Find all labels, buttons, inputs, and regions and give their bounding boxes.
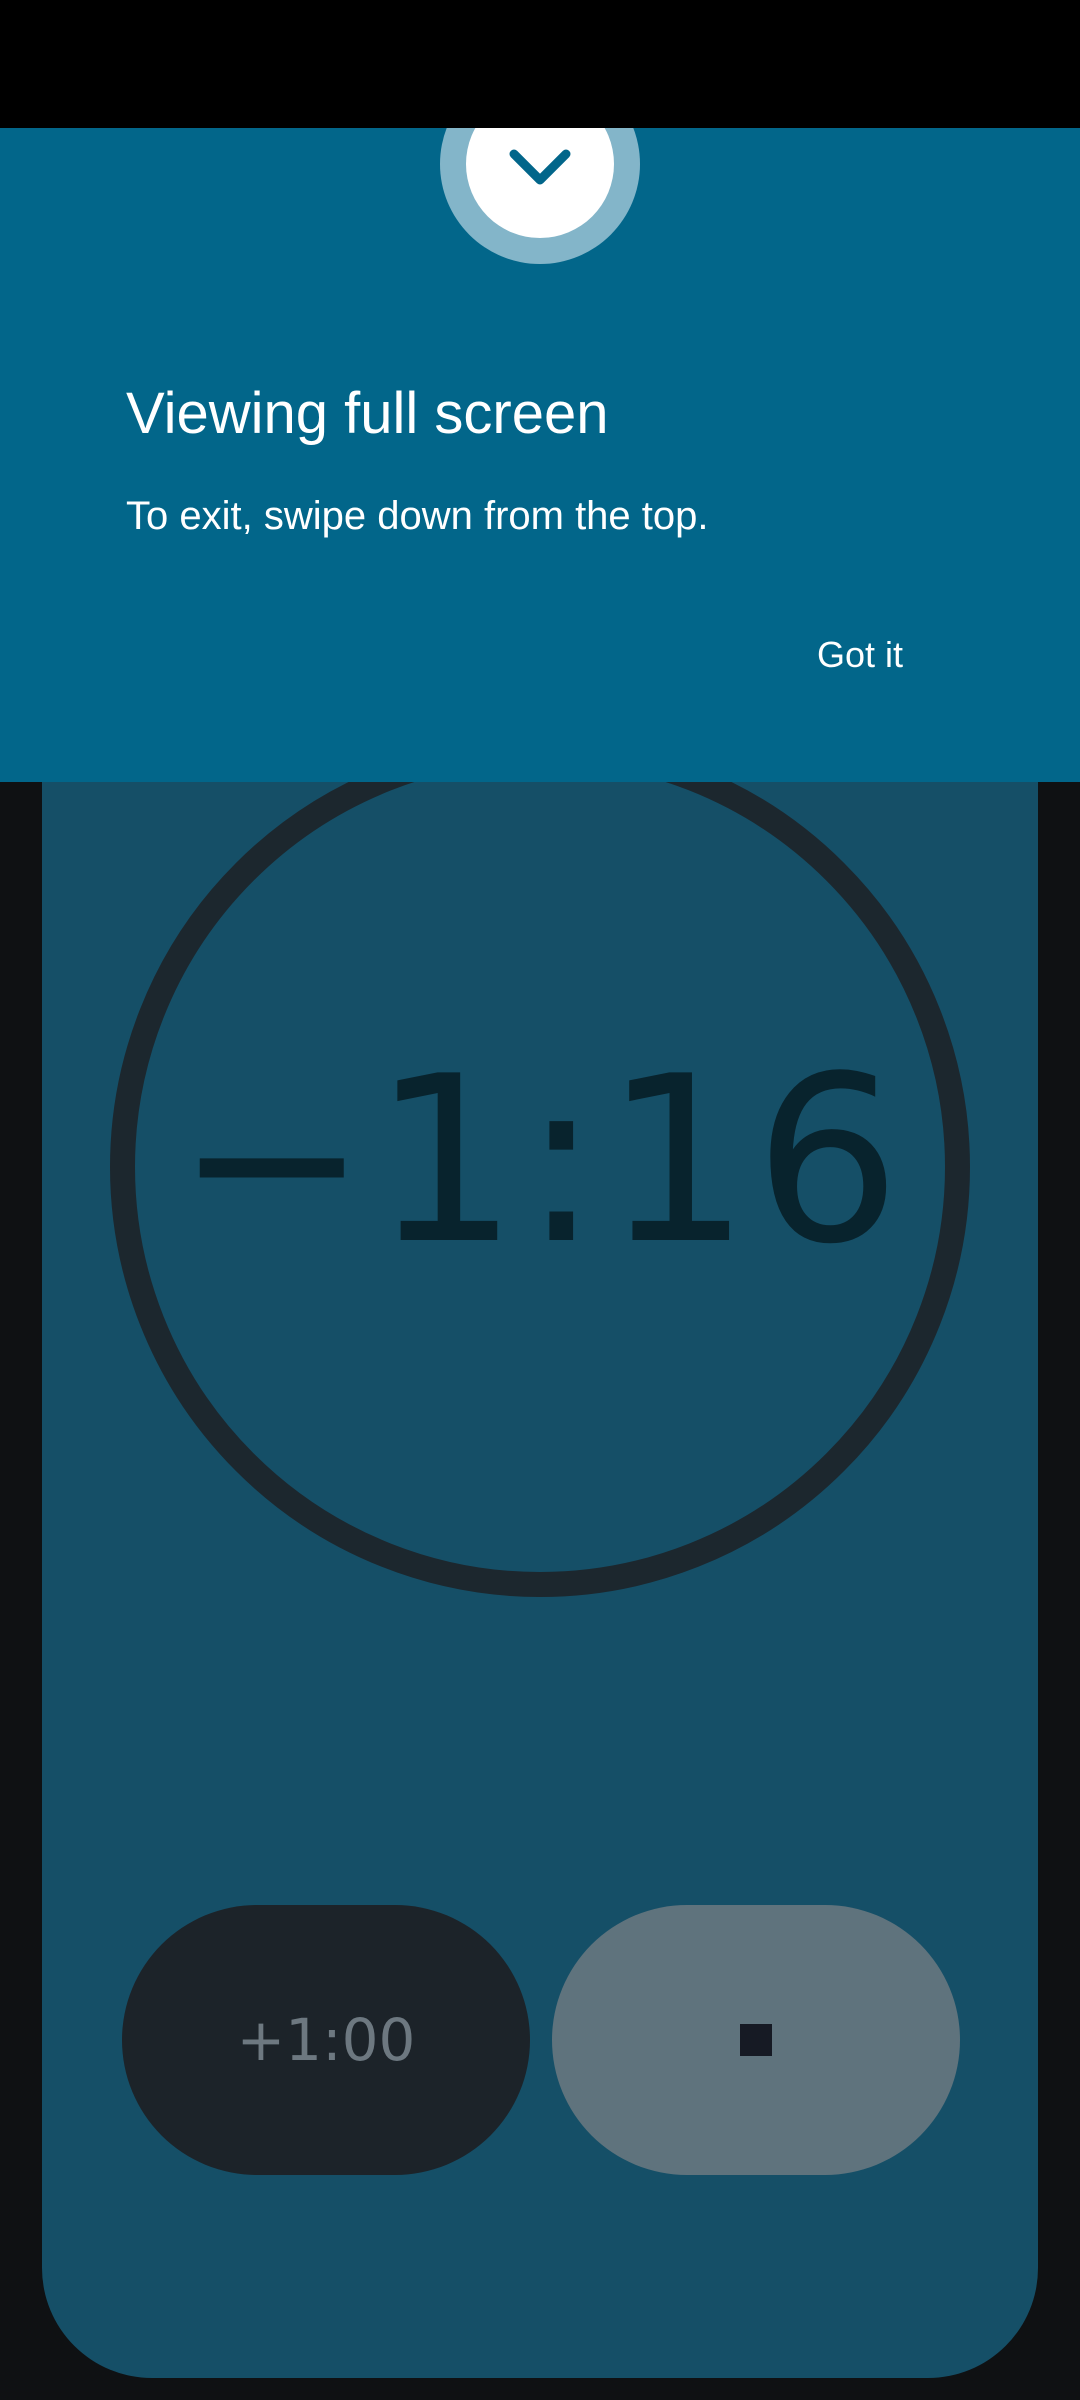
stop-icon: [740, 2024, 772, 2056]
hint-message: To exit, swipe down from the top.: [126, 494, 709, 538]
stop-button[interactable]: [552, 1905, 960, 2175]
chevron-down-icon: [509, 149, 571, 185]
fullscreen-hint-panel: Viewing full screen To exit, swipe down …: [0, 128, 1080, 782]
collapse-handle-button[interactable]: [440, 128, 640, 264]
add-minute-button[interactable]: +1:00: [122, 1905, 530, 2175]
hint-title: Viewing full screen: [126, 381, 609, 446]
status-bar: [0, 0, 1080, 128]
got-it-button[interactable]: Got it: [744, 592, 976, 718]
timer-value: −1:16: [175, 1028, 905, 1295]
timer-card: −1:16 +1:00: [42, 600, 1038, 2378]
